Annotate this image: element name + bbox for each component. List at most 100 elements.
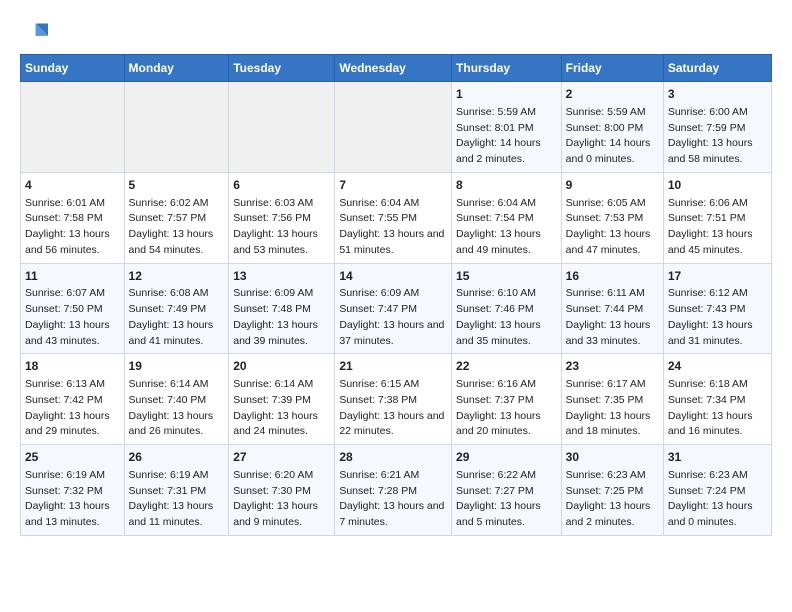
day-number: 13: [233, 268, 330, 285]
calendar-cell: 14Sunrise: 6:09 AMSunset: 7:47 PMDayligh…: [335, 263, 452, 354]
day-number: 18: [25, 358, 120, 375]
day-info: Sunrise: 6:03 AMSunset: 7:56 PMDaylight:…: [233, 196, 330, 259]
day-info: Sunrise: 6:15 AMSunset: 7:38 PMDaylight:…: [339, 377, 447, 440]
day-info: Sunrise: 6:19 AMSunset: 7:32 PMDaylight:…: [25, 468, 120, 531]
calendar-cell: 25 Sunrise: 6:19 AMSunset: 7:32 PMDayligh…: [21, 445, 125, 536]
calendar-table: SundayMondayTuesdayWednesdayThursdayFrid…: [20, 54, 772, 536]
calendar-cell: [124, 82, 229, 173]
day-number: 30: [566, 449, 659, 466]
calendar-cell: 22 Sunrise: 6:16 AMSunset: 7:37 PMDayligh…: [452, 354, 562, 445]
calendar-cell: 3Sunrise: 6:00 AMSunset: 7:59 PMDaylight…: [663, 82, 771, 173]
calendar-cell: [335, 82, 452, 173]
day-info: Sunrise: 6:07 AMSunset: 7:50 PMDaylight:…: [25, 286, 120, 349]
day-number: 8: [456, 177, 557, 194]
day-number: 25: [25, 449, 120, 466]
day-number: 20: [233, 358, 330, 375]
page-header: [20, 20, 772, 44]
day-info: Sunrise: 6:02 AMSunset: 7:57 PMDaylight:…: [129, 196, 225, 259]
weekday-header: Sunday: [21, 55, 125, 82]
weekday-header: Saturday: [663, 55, 771, 82]
weekday-header: Wednesday: [335, 55, 452, 82]
calendar-cell: 17Sunrise: 6:12 AMSunset: 7:43 PMDayligh…: [663, 263, 771, 354]
day-number: 16: [566, 268, 659, 285]
day-number: 4: [25, 177, 120, 194]
calendar-cell: 15Sunrise: 6:10 AMSunset: 7:46 PMDayligh…: [452, 263, 562, 354]
calendar-cell: 12Sunrise: 6:08 AMSunset: 7:49 PMDayligh…: [124, 263, 229, 354]
day-number: 31: [668, 449, 767, 466]
weekday-header: Monday: [124, 55, 229, 82]
day-info: Sunrise: 6:14 AMSunset: 7:40 PMDaylight:…: [129, 377, 225, 440]
calendar-week-row: 18 Sunrise: 6:13 AMSunset: 7:42 PMDayligh…: [21, 354, 772, 445]
calendar-cell: 10 Sunrise: 6:06 AMSunset: 7:51 PMDayligh…: [663, 172, 771, 263]
day-number: 6: [233, 177, 330, 194]
day-info: Sunrise: 6:20 AMSunset: 7:30 PMDaylight:…: [233, 468, 330, 531]
day-info: Sunrise: 6:23 AMSunset: 7:24 PMDaylight:…: [668, 468, 767, 531]
calendar-cell: 31 Sunrise: 6:23 AMSunset: 7:24 PMDayligh…: [663, 445, 771, 536]
day-info: Sunrise: 6:23 AMSunset: 7:25 PMDaylight:…: [566, 468, 659, 531]
calendar-week-row: 4 Sunrise: 6:01 AMSunset: 7:58 PMDaylight…: [21, 172, 772, 263]
calendar-cell: [21, 82, 125, 173]
day-number: 9: [566, 177, 659, 194]
day-number: 1: [456, 86, 557, 103]
day-number: 7: [339, 177, 447, 194]
day-number: 3: [668, 86, 767, 103]
day-info: Sunrise: 6:16 AMSunset: 7:37 PMDaylight:…: [456, 377, 557, 440]
calendar-cell: 2 Sunrise: 5:59 AMSunset: 8:00 PMDaylight…: [561, 82, 663, 173]
day-number: 5: [129, 177, 225, 194]
day-number: 2: [566, 86, 659, 103]
calendar-cell: 27Sunrise: 6:20 AMSunset: 7:30 PMDayligh…: [229, 445, 335, 536]
day-info: Sunrise: 6:06 AMSunset: 7:51 PMDaylight:…: [668, 196, 767, 259]
day-number: 28: [339, 449, 447, 466]
generalblue-logo-icon: [20, 20, 48, 44]
day-info: Sunrise: 6:19 AMSunset: 7:31 PMDaylight:…: [129, 468, 225, 531]
day-info: Sunrise: 6:01 AMSunset: 7:58 PMDaylight:…: [25, 196, 120, 259]
day-number: 15: [456, 268, 557, 285]
day-info: Sunrise: 6:14 AMSunset: 7:39 PMDaylight:…: [233, 377, 330, 440]
day-info: Sunrise: 6:13 AMSunset: 7:42 PMDaylight:…: [25, 377, 120, 440]
day-info: Sunrise: 6:04 AMSunset: 7:54 PMDaylight:…: [456, 196, 557, 259]
weekday-header: Friday: [561, 55, 663, 82]
day-info: Sunrise: 6:12 AMSunset: 7:43 PMDaylight:…: [668, 286, 767, 349]
calendar-cell: 4 Sunrise: 6:01 AMSunset: 7:58 PMDaylight…: [21, 172, 125, 263]
calendar-cell: 7 Sunrise: 6:04 AMSunset: 7:55 PMDaylight…: [335, 172, 452, 263]
calendar-cell: 28 Sunrise: 6:21 AMSunset: 7:28 PMDayligh…: [335, 445, 452, 536]
calendar-cell: 8 Sunrise: 6:04 AMSunset: 7:54 PMDaylight…: [452, 172, 562, 263]
day-number: 19: [129, 358, 225, 375]
day-number: 23: [566, 358, 659, 375]
calendar-cell: 29Sunrise: 6:22 AMSunset: 7:27 PMDayligh…: [452, 445, 562, 536]
calendar-cell: 9 Sunrise: 6:05 AMSunset: 7:53 PMDaylight…: [561, 172, 663, 263]
calendar-cell: 18 Sunrise: 6:13 AMSunset: 7:42 PMDayligh…: [21, 354, 125, 445]
day-info: Sunrise: 6:05 AMSunset: 7:53 PMDaylight:…: [566, 196, 659, 259]
calendar-week-row: 25 Sunrise: 6:19 AMSunset: 7:32 PMDayligh…: [21, 445, 772, 536]
logo: [20, 20, 52, 44]
calendar-cell: 19 Sunrise: 6:14 AMSunset: 7:40 PMDayligh…: [124, 354, 229, 445]
day-info: Sunrise: 6:11 AMSunset: 7:44 PMDaylight:…: [566, 286, 659, 349]
calendar-cell: 13Sunrise: 6:09 AMSunset: 7:48 PMDayligh…: [229, 263, 335, 354]
calendar-week-row: 1Sunrise: 5:59 AMSunset: 8:01 PMDaylight…: [21, 82, 772, 173]
day-info: Sunrise: 6:04 AMSunset: 7:55 PMDaylight:…: [339, 196, 447, 259]
calendar-cell: 21Sunrise: 6:15 AMSunset: 7:38 PMDayligh…: [335, 354, 452, 445]
calendar-cell: 1Sunrise: 5:59 AMSunset: 8:01 PMDaylight…: [452, 82, 562, 173]
day-number: 24: [668, 358, 767, 375]
calendar-cell: 24 Sunrise: 6:18 AMSunset: 7:34 PMDayligh…: [663, 354, 771, 445]
day-number: 29: [456, 449, 557, 466]
calendar-cell: [229, 82, 335, 173]
weekday-header: Tuesday: [229, 55, 335, 82]
day-number: 10: [668, 177, 767, 194]
day-info: Sunrise: 6:08 AMSunset: 7:49 PMDaylight:…: [129, 286, 225, 349]
calendar-cell: 5 Sunrise: 6:02 AMSunset: 7:57 PMDaylight…: [124, 172, 229, 263]
day-info: Sunrise: 6:17 AMSunset: 7:35 PMDaylight:…: [566, 377, 659, 440]
day-number: 14: [339, 268, 447, 285]
day-info: Sunrise: 6:21 AMSunset: 7:28 PMDaylight:…: [339, 468, 447, 531]
day-info: Sunrise: 5:59 AMSunset: 8:00 PMDaylight:…: [566, 105, 659, 168]
calendar-cell: 20 Sunrise: 6:14 AMSunset: 7:39 PMDayligh…: [229, 354, 335, 445]
day-info: Sunrise: 6:09 AMSunset: 7:47 PMDaylight:…: [339, 286, 447, 349]
day-number: 12: [129, 268, 225, 285]
day-info: Sunrise: 6:18 AMSunset: 7:34 PMDaylight:…: [668, 377, 767, 440]
calendar-week-row: 11Sunrise: 6:07 AMSunset: 7:50 PMDayligh…: [21, 263, 772, 354]
day-number: 11: [25, 268, 120, 285]
day-number: 22: [456, 358, 557, 375]
day-number: 26: [129, 449, 225, 466]
calendar-cell: 16Sunrise: 6:11 AMSunset: 7:44 PMDayligh…: [561, 263, 663, 354]
day-number: 17: [668, 268, 767, 285]
